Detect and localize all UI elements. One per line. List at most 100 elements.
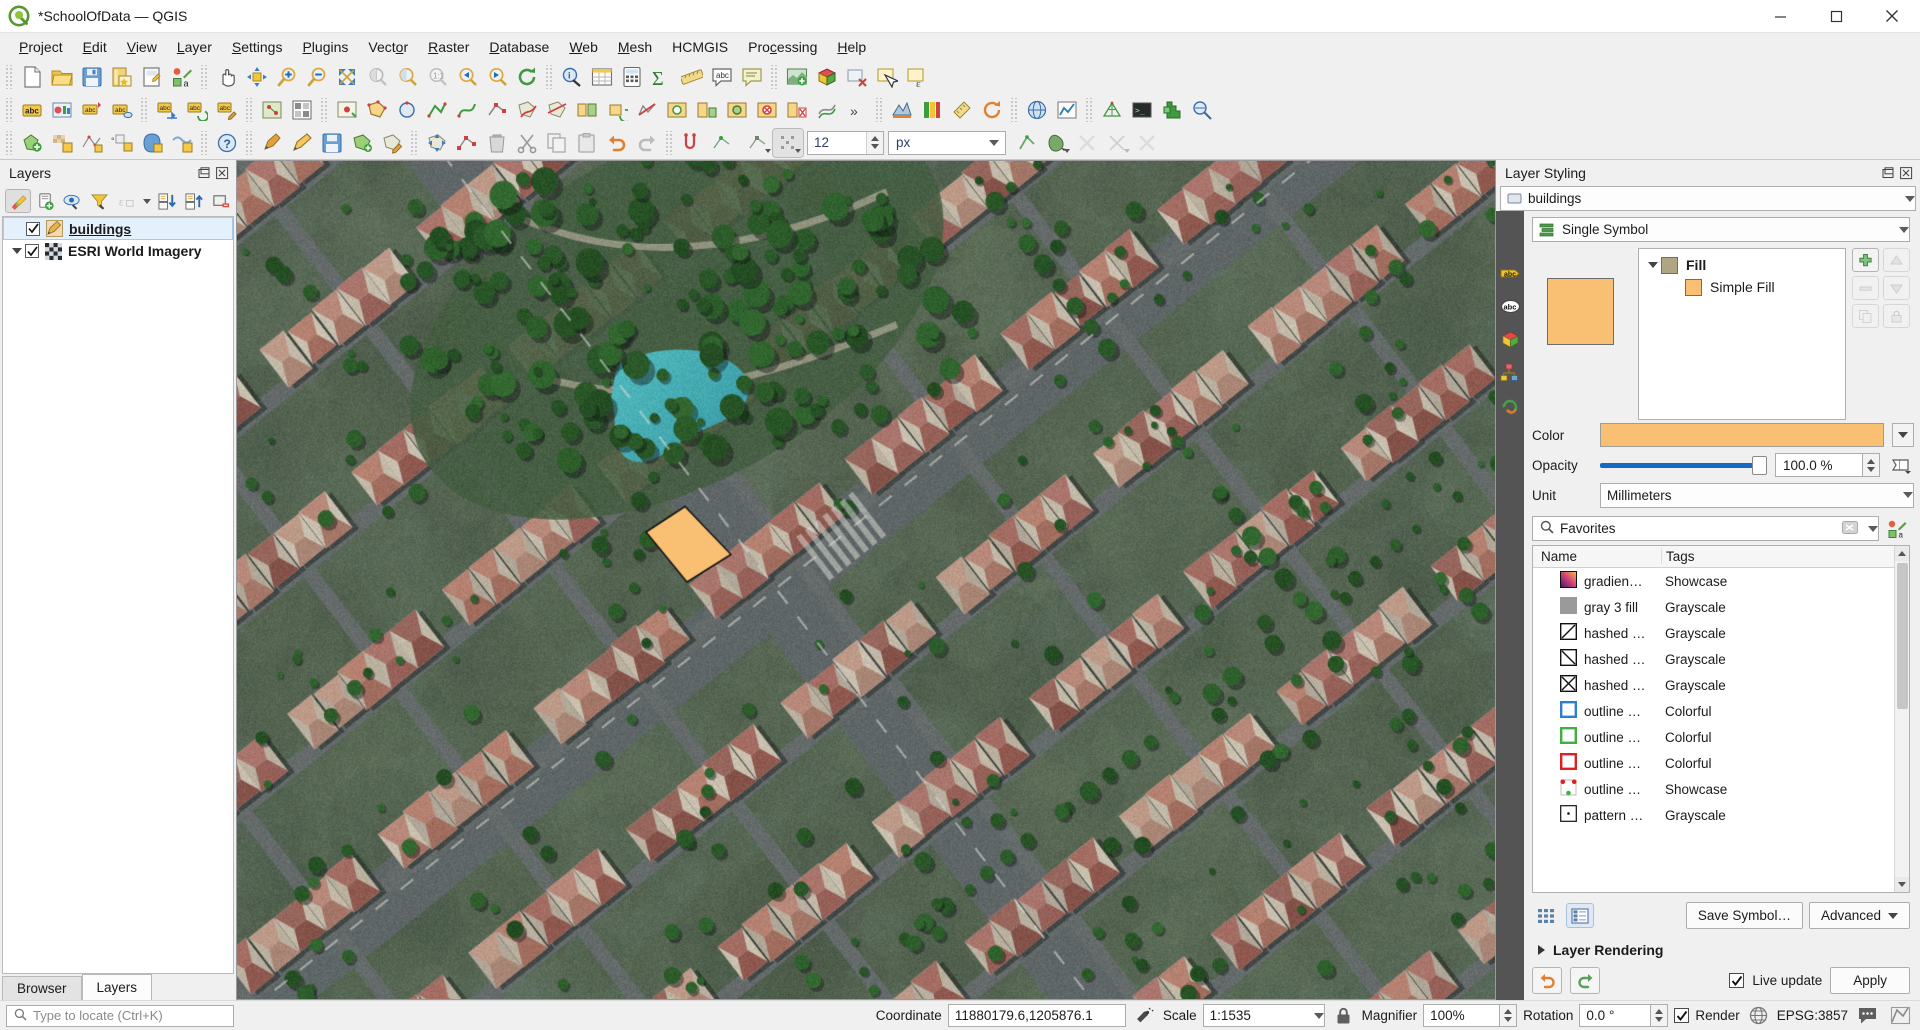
- opacity-slider-handle[interactable]: [1752, 455, 1767, 475]
- text-size-stepper[interactable]: [866, 131, 883, 154]
- save-layer-edits-button[interactable]: [317, 129, 347, 157]
- menu-edit[interactable]: Edit: [73, 35, 117, 59]
- statistical-summary-button[interactable]: Σ: [647, 63, 677, 91]
- toolbar-drag-handle[interactable]: [200, 64, 209, 89]
- toolbar-drag-handle[interactable]: [1010, 97, 1019, 122]
- symbol-list-table[interactable]: Name Tags gradien… Showcase gray 3 fill Gra…: [1532, 545, 1910, 893]
- scrollbar-thumb[interactable]: [1896, 563, 1908, 709]
- menu-help[interactable]: Help: [827, 35, 876, 59]
- add-raster-layer-button[interactable]: [47, 129, 77, 157]
- map-canvas[interactable]: [236, 160, 1496, 1000]
- style-manager-icon[interactable]: a: [1884, 519, 1910, 539]
- delete-ring-button[interactable]: [752, 96, 782, 124]
- rotation-spinbox[interactable]: 0.0 °: [1579, 1004, 1669, 1027]
- plot-button[interactable]: [1052, 96, 1082, 124]
- more-tools-button[interactable]: »: [842, 96, 872, 124]
- crs-label[interactable]: EPSG:3857: [1777, 1008, 1848, 1023]
- toolbar-drag-handle[interactable]: [545, 64, 554, 89]
- opacity-value[interactable]: 100.0 %: [1775, 453, 1863, 477]
- layer-selector-chevron-down-icon[interactable]: [1905, 195, 1915, 202]
- undo-style-button[interactable]: [1532, 967, 1562, 994]
- simplify-feature-button[interactable]: [632, 96, 662, 124]
- menu-project[interactable]: Project: [9, 35, 73, 59]
- undo-button[interactable]: [602, 129, 632, 157]
- toolbar-drag-handle[interactable]: [140, 97, 149, 122]
- undock-styling-panel-icon[interactable]: [1881, 166, 1896, 181]
- text-unit-chevron-down-icon[interactable]: [983, 139, 1005, 146]
- opacity-data-defined-override-icon[interactable]: [1888, 453, 1914, 477]
- menu-settings[interactable]: Settings: [222, 35, 293, 59]
- open-field-calculator-button[interactable]: [617, 63, 647, 91]
- renderer-selector[interactable]: Single Symbol: [1532, 217, 1910, 242]
- offset-curve-button[interactable]: [812, 96, 842, 124]
- globe-button[interactable]: [1022, 96, 1052, 124]
- copy-features-button[interactable]: [542, 129, 572, 157]
- move-feature-button[interactable]: [422, 129, 452, 157]
- styling-layer-selector[interactable]: buildings: [1500, 186, 1916, 211]
- menu-vector[interactable]: Vector: [358, 35, 418, 59]
- move-symbol-layer-up-button[interactable]: [1883, 248, 1910, 272]
- toolbar-drag-handle[interactable]: [1085, 97, 1094, 122]
- log-messages-icon[interactable]: [1887, 1006, 1914, 1025]
- locator-input[interactable]: Type to locate (Ctrl+K): [6, 1004, 234, 1027]
- add-feature-button[interactable]: [347, 129, 377, 157]
- vertex-tool-button[interactable]: [482, 96, 512, 124]
- layer-tree-item[interactable]: ESRI World Imagery: [3, 240, 233, 262]
- identify-features-button[interactable]: i: [557, 63, 587, 91]
- close-button[interactable]: [1864, 0, 1920, 33]
- opacity-spinbox[interactable]: 100.0 %: [1775, 453, 1880, 477]
- rotation-stepper[interactable]: [1651, 1004, 1669, 1027]
- plugin-refresh-button[interactable]: [977, 96, 1007, 124]
- toolbar-drag-handle[interactable]: [5, 64, 14, 89]
- symbol-list-item[interactable]: pattern … Grayscale: [1533, 802, 1894, 828]
- zoom-full-button[interactable]: [332, 63, 362, 91]
- masks-tab-icon[interactable]: abc: [1500, 296, 1521, 317]
- toolbar-drag-handle[interactable]: [875, 97, 884, 122]
- enable-tracing-button[interactable]: [1042, 129, 1072, 157]
- add-vector-layer-button[interactable]: [17, 129, 47, 157]
- symbol-list-item[interactable]: hashed … Grayscale: [1533, 646, 1894, 672]
- scissors-button[interactable]: [1102, 129, 1132, 157]
- add-polygon-feature-button[interactable]: [362, 96, 392, 124]
- symbol-layer-tree[interactable]: Fill Simple Fill: [1638, 248, 1846, 420]
- label-toggle-button[interactable]: abc: [17, 96, 47, 124]
- symbol-search-chevron-down-icon[interactable]: [1868, 525, 1878, 532]
- add-mesh-layer-button[interactable]: [77, 129, 107, 157]
- menu-raster[interactable]: Raster: [418, 35, 479, 59]
- clear-button[interactable]: [1132, 129, 1162, 157]
- coordinate-value[interactable]: 11880179.6,1205876.1: [947, 1004, 1126, 1027]
- live-update-checkbox[interactable]: [1729, 973, 1745, 988]
- symbol-list-item[interactable]: outline … Colorful: [1533, 698, 1894, 724]
- menu-layer[interactable]: Layer: [167, 35, 222, 59]
- minimize-button[interactable]: [1752, 0, 1808, 33]
- save-symbol-button[interactable]: Save Symbol…: [1685, 902, 1803, 929]
- paste-features-button[interactable]: [572, 129, 602, 157]
- messages-icon[interactable]: [1854, 1006, 1881, 1025]
- merge-features-button[interactable]: [572, 96, 602, 124]
- metasearch-button[interactable]: [1187, 96, 1217, 124]
- toggle-extents-icon[interactable]: [1132, 1006, 1157, 1025]
- renderer-chevron-down-icon[interactable]: [1899, 226, 1909, 233]
- crs-globe-icon[interactable]: [1746, 1006, 1771, 1025]
- panel-tab-browser[interactable]: Browser: [2, 976, 82, 1000]
- plugin-measure-button[interactable]: [947, 96, 977, 124]
- snapping-mode-button[interactable]: [707, 129, 737, 157]
- add-line-button[interactable]: [422, 96, 452, 124]
- magnifier-spinbox[interactable]: 100%: [1423, 1004, 1518, 1027]
- rotation-value[interactable]: 0.0 °: [1579, 1004, 1652, 1027]
- plugin-manager-button[interactable]: [1157, 96, 1187, 124]
- menu-processing[interactable]: Processing: [738, 35, 827, 59]
- open-project-button[interactable]: [47, 63, 77, 91]
- menu-database[interactable]: Database: [479, 35, 559, 59]
- digitize-point-button[interactable]: [332, 96, 362, 124]
- rotate-feature-button[interactable]: [602, 96, 632, 124]
- new-print-layout-button[interactable]: [137, 63, 167, 91]
- layer-visibility-checkbox[interactable]: [26, 221, 40, 236]
- toolbar-drag-handle[interactable]: [200, 130, 209, 155]
- toolbar-drag-handle[interactable]: [770, 64, 779, 89]
- toolbar-drag-handle[interactable]: [245, 130, 254, 155]
- show-map-tips-button[interactable]: [737, 63, 767, 91]
- diagrams-tab-icon[interactable]: [1500, 362, 1521, 383]
- pin-labels-button[interactable]: abc: [77, 96, 107, 124]
- layer-visibility-checkbox[interactable]: [25, 244, 39, 258]
